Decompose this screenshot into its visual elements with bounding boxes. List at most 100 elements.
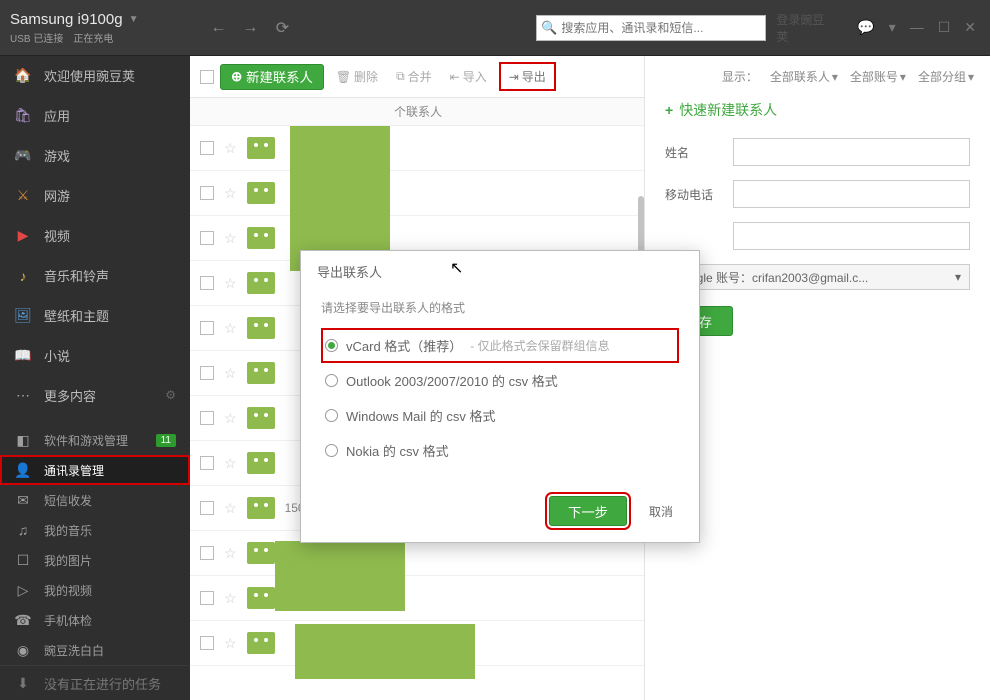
name-input[interactable] — [733, 138, 970, 166]
sidebar-item-label: 通讯录管理 — [44, 462, 104, 479]
sidebar-item-app-manage[interactable]: ◧软件和游戏管理11 — [0, 425, 190, 455]
export-button[interactable]: ⇥导出 — [499, 62, 556, 91]
row-checkbox[interactable] — [200, 231, 214, 245]
row-checkbox[interactable] — [200, 501, 214, 515]
star-icon[interactable]: ☆ — [224, 185, 237, 202]
list-item[interactable]: ☆ — [190, 171, 644, 216]
sidebar-item-my-pics[interactable]: ☐ 我的图片 — [0, 545, 190, 575]
sidebar: 🏠欢迎使用豌豆荚 🛍应用 🎮游戏 ⚔网游 ▶视频 ♪音乐和铃声 🖼壁纸和主题 📖… — [0, 56, 190, 700]
filter-groups[interactable]: 全部分组 ▾ — [918, 68, 974, 85]
usb-status: USB 已连接 — [10, 30, 63, 45]
sidebar-item-label: 豌豆洗白白 — [44, 642, 104, 659]
star-icon[interactable]: ☆ — [224, 275, 237, 292]
device-block[interactable]: Samsung i9100g ▼ USB 已连接 正在充电 — [10, 11, 186, 45]
filter-accounts[interactable]: 全部账号 ▾ — [850, 68, 906, 85]
sidebar-item-label: 软件和游戏管理 — [44, 432, 128, 449]
sidebar-item-netgames[interactable]: ⚔网游 — [0, 176, 190, 216]
avatar-icon — [247, 182, 275, 204]
option-nokia[interactable]: Nokia 的 csv 格式 — [321, 433, 679, 468]
row-checkbox[interactable] — [200, 366, 214, 380]
refresh-button[interactable]: ⟳ — [268, 14, 296, 42]
cancel-button[interactable]: 取消 — [639, 497, 683, 526]
maximize-icon[interactable]: ☐ — [934, 17, 955, 38]
sidebar-item-apps[interactable]: 🛍应用 — [0, 96, 190, 136]
import-button[interactable]: ⇤导入 — [444, 68, 493, 85]
row-checkbox[interactable] — [200, 456, 214, 470]
account-select[interactable]: Google 账号：crifan2003@gmail.c...▾ — [665, 264, 970, 290]
list-item[interactable]: ☆ — [190, 126, 644, 171]
button-label: 合并 — [408, 68, 432, 85]
close-icon[interactable]: ✕ — [960, 17, 980, 38]
option-vcard[interactable]: vCard 格式（推荐）- 仅此格式会保留群组信息 — [321, 328, 679, 363]
phone-icon: ☎ — [14, 611, 32, 629]
chat-icon[interactable]: 💬 — [853, 17, 878, 38]
avatar-icon — [247, 452, 275, 474]
sidebar-item-label: 我的视频 — [44, 582, 92, 599]
sidebar-item-welcome[interactable]: 🏠欢迎使用豌豆荚 — [0, 56, 190, 96]
search-input[interactable] — [536, 15, 766, 41]
row-checkbox[interactable] — [200, 546, 214, 560]
star-icon[interactable]: ☆ — [224, 230, 237, 247]
radio-icon — [325, 444, 338, 457]
sidebar-item-wallpaper[interactable]: 🖼壁纸和主题 — [0, 296, 190, 336]
sidebar-item-games[interactable]: 🎮游戏 — [0, 136, 190, 176]
star-icon[interactable]: ☆ — [224, 590, 237, 607]
merge-button[interactable]: ⧉合并 — [390, 68, 438, 85]
row-checkbox[interactable] — [200, 411, 214, 425]
list-item[interactable]: ☆ — [190, 576, 644, 621]
extra-input[interactable] — [733, 222, 970, 250]
option-windowsmail[interactable]: Windows Mail 的 csv 格式 — [321, 398, 679, 433]
option-outlook[interactable]: Outlook 2003/2007/2010 的 csv 格式 — [321, 363, 679, 398]
filter-contacts[interactable]: 全部联系人 ▾ — [770, 68, 838, 85]
avatar-icon — [247, 227, 275, 249]
sidebar-item-label: 网游 — [44, 186, 70, 205]
star-icon[interactable]: ☆ — [224, 455, 237, 472]
sidebar-item-novel[interactable]: 📖小说 — [0, 336, 190, 376]
star-icon[interactable]: ☆ — [224, 635, 237, 652]
row-checkbox[interactable] — [200, 276, 214, 290]
cube-icon: ◧ — [14, 431, 32, 449]
star-icon[interactable]: ☆ — [224, 500, 237, 517]
settings-icon[interactable]: ▾ — [885, 17, 900, 38]
sidebar-item-music[interactable]: ♪音乐和铃声 — [0, 256, 190, 296]
pic-icon: ☐ — [14, 551, 32, 569]
row-checkbox[interactable] — [200, 186, 214, 200]
chevron-down-icon: ▾ — [955, 270, 961, 284]
avatar-icon — [247, 272, 275, 294]
sidebar-item-contacts[interactable]: 👤通讯录管理 — [0, 455, 190, 485]
minimize-icon[interactable]: — — [906, 17, 928, 38]
sidebar-item-more[interactable]: ⋯更多内容⚙ — [0, 376, 190, 416]
row-checkbox[interactable] — [200, 321, 214, 335]
sidebar-footer-tasks[interactable]: ⬇没有正在进行的任务 — [0, 666, 190, 700]
star-icon[interactable]: ☆ — [224, 365, 237, 382]
star-icon[interactable]: ☆ — [224, 545, 237, 562]
scrollbar[interactable] — [638, 196, 644, 256]
row-checkbox[interactable] — [200, 591, 214, 605]
new-contact-button[interactable]: ⊕新建联系人 — [220, 64, 324, 90]
sidebar-item-label: 我的图片 — [44, 552, 92, 569]
select-all-checkbox[interactable] — [200, 70, 214, 84]
sidebar-item-wash[interactable]: ◉豌豆洗白白 — [0, 635, 190, 665]
sidebar-item-my-video[interactable]: ▷我的视频 — [0, 575, 190, 605]
phone-input[interactable] — [733, 180, 970, 208]
sidebar-item-video[interactable]: ▶视频 — [0, 216, 190, 256]
star-icon[interactable]: ☆ — [224, 410, 237, 427]
login-link[interactable]: 登录豌豆荚 — [776, 11, 835, 45]
image-icon: 🖼 — [14, 307, 32, 325]
star-icon[interactable]: ☆ — [224, 320, 237, 337]
charge-status: 正在充电 — [73, 30, 113, 45]
row-checkbox[interactable] — [200, 141, 214, 155]
sidebar-item-health[interactable]: ☎手机体检 — [0, 605, 190, 635]
back-button[interactable]: ← — [204, 14, 232, 42]
star-icon[interactable]: ☆ — [224, 140, 237, 157]
avatar-icon — [247, 317, 275, 339]
forward-button[interactable]: → — [236, 14, 264, 42]
sidebar-item-sms[interactable]: ✉短信收发 — [0, 485, 190, 515]
sidebar-item-my-music[interactable]: ♫我的音乐 — [0, 515, 190, 545]
delete-button[interactable]: 🗑删除 — [330, 68, 384, 85]
next-button[interactable]: 下一步 — [549, 496, 627, 526]
app-header: Samsung i9100g ▼ USB 已连接 正在充电 ← → ⟳ 🔍 登录… — [0, 0, 990, 56]
gear-icon[interactable]: ⚙ — [165, 388, 176, 402]
row-checkbox[interactable] — [200, 636, 214, 650]
sidebar-item-label: 游戏 — [44, 146, 70, 165]
